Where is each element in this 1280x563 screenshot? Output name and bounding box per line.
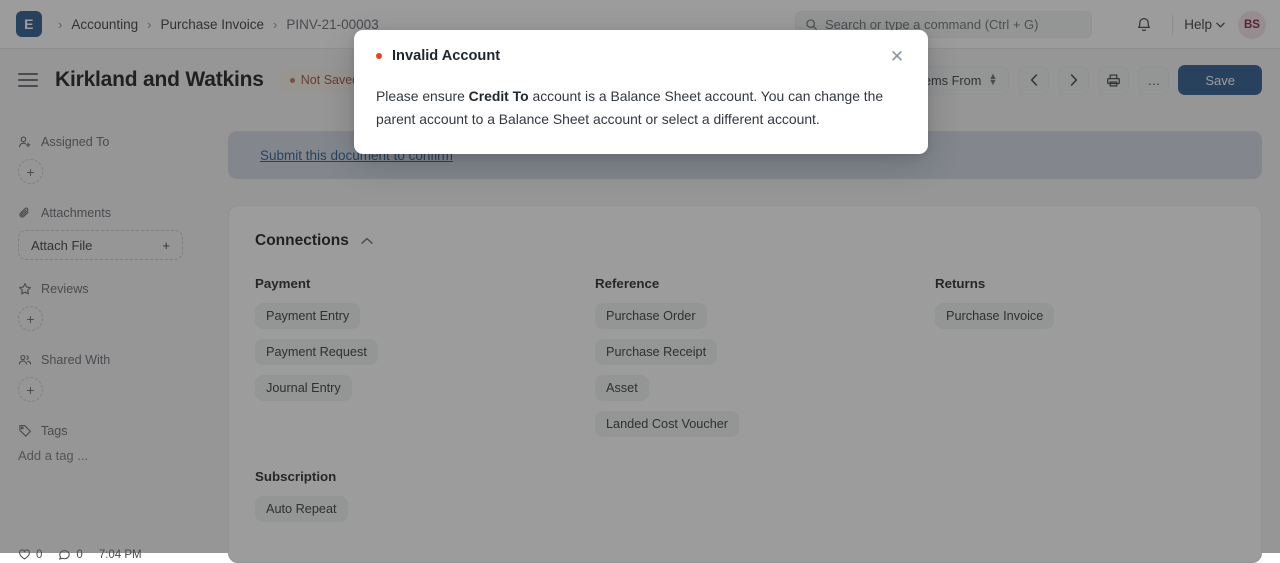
sidebar-section-assigned-to: Assigned To + <box>18 135 194 184</box>
sidebar-label-text: Assigned To <box>41 135 109 149</box>
comment-count-label: 0 <box>76 549 82 561</box>
sidebar: Assigned To + Attachments Attach File + <box>0 111 212 553</box>
navbar-divider <box>1172 15 1173 35</box>
connection-link[interactable]: Landed Cost Voucher <box>595 411 739 437</box>
connections-column-subscription: Subscription Auto Repeat <box>255 469 1235 532</box>
page-body: Assigned To + Attachments Attach File + <box>0 111 1280 553</box>
connection-link[interactable]: Purchase Receipt <box>595 339 717 365</box>
dialog-header: Invalid Account ✕ <box>376 48 906 65</box>
connections-column-reference: Reference Purchase Order Purchase Receip… <box>595 276 935 447</box>
breadcrumb-item-accounting[interactable]: Accounting <box>71 17 138 32</box>
sidebar-section-tags: Tags Add a tag ... <box>18 424 194 463</box>
add-assignment-button[interactable]: + <box>18 159 43 184</box>
connection-link[interactable]: Auto Repeat <box>255 496 348 522</box>
more-actions-button[interactable]: … <box>1138 66 1169 95</box>
navbar-right: Help BS <box>1127 0 1266 49</box>
error-dot-icon <box>376 53 382 59</box>
last-edited-label: 7:04 PM <box>99 549 142 561</box>
invalid-account-dialog: Invalid Account ✕ Please ensure Credit T… <box>354 30 928 154</box>
page-header-actions: Get Items From ▲▼ <box>881 65 1262 95</box>
attach-file-label: Attach File <box>31 238 92 253</box>
avatar[interactable]: BS <box>1238 11 1266 39</box>
connections-card: Connections Payment Payment Entry Paymen… <box>228 205 1262 563</box>
connections-column-payment: Payment Payment Entry Payment Request Jo… <box>255 276 595 447</box>
paperclip-icon <box>18 206 32 220</box>
dialog-message: Please ensure Credit To account is a Bal… <box>376 85 901 130</box>
save-button[interactable]: Save <box>1178 65 1262 95</box>
sidebar-label-assigned-to: Assigned To <box>18 135 194 149</box>
breadcrumb-separator: › <box>147 18 151 31</box>
next-document-button[interactable] <box>1058 66 1089 95</box>
sidebar-label-text: Tags <box>41 424 68 438</box>
breadcrumb: › Accounting › Purchase Invoice › PINV-2… <box>58 17 379 32</box>
chevron-right-icon <box>1070 74 1078 86</box>
column-title: Payment <box>255 276 595 291</box>
add-share-button[interactable]: + <box>18 377 43 402</box>
connection-link[interactable]: Asset <box>595 375 649 401</box>
print-button[interactable] <box>1098 66 1129 95</box>
bell-icon <box>1136 16 1152 33</box>
assign-user-icon <box>18 135 32 149</box>
sidebar-section-shared-with: Shared With + <box>18 353 194 402</box>
breadcrumb-separator: › <box>58 18 62 31</box>
main-content: Submit this document to confirm Connecti… <box>212 111 1280 553</box>
sidebar-label-shared-with: Shared With <box>18 353 194 367</box>
ellipsis-icon: … <box>1147 73 1160 88</box>
sidebar-label-tags: Tags <box>18 424 194 438</box>
connections-title[interactable]: Connections <box>255 232 1235 250</box>
like-count[interactable]: 0 <box>18 548 42 561</box>
stepper-icon: ▲▼ <box>988 74 997 85</box>
star-icon <box>18 282 32 296</box>
dialog-title-label: Invalid Account <box>392 48 500 64</box>
plus-icon: + <box>162 238 170 253</box>
comment-count[interactable]: 0 <box>58 548 82 561</box>
app-logo[interactable]: E <box>16 11 42 37</box>
page-title: Kirkland and Watkins <box>55 68 264 92</box>
sidebar-label-text: Shared With <box>41 353 110 367</box>
sidebar-section-attachments: Attachments Attach File + <box>18 206 194 260</box>
like-count-label: 0 <box>36 549 42 561</box>
chevron-up-icon[interactable] <box>361 237 373 245</box>
connection-link[interactable]: Journal Entry <box>255 375 352 401</box>
help-label: Help <box>1184 17 1212 32</box>
heart-icon <box>18 548 31 561</box>
add-review-button[interactable]: + <box>18 306 43 331</box>
breadcrumb-separator: › <box>273 18 277 31</box>
sidebar-label-attachments: Attachments <box>18 206 194 220</box>
status-badge-label: Not Saved <box>301 73 359 87</box>
sidebar-label-text: Reviews <box>41 282 89 296</box>
dialog-message-prefix: Please ensure <box>376 88 469 104</box>
connection-link[interactable]: Purchase Invoice <box>935 303 1054 329</box>
dialog-message-emphasis: Credit To <box>469 88 529 104</box>
people-icon <box>18 353 32 367</box>
sidebar-label-reviews: Reviews <box>18 282 194 296</box>
status-dot-icon <box>290 78 295 83</box>
comment-icon <box>58 548 71 561</box>
connection-link[interactable]: Payment Request <box>255 339 378 365</box>
tag-icon <box>18 424 32 438</box>
breadcrumb-item-purchase-invoice[interactable]: Purchase Invoice <box>160 17 264 32</box>
dialog-title: Invalid Account <box>376 48 500 64</box>
chevron-left-icon <box>1030 74 1038 86</box>
connection-link[interactable]: Purchase Order <box>595 303 707 329</box>
hamburger-icon[interactable] <box>18 73 38 86</box>
connection-link[interactable]: Payment Entry <box>255 303 360 329</box>
printer-icon <box>1106 73 1121 88</box>
column-title: Subscription <box>255 469 1235 484</box>
add-tag-input[interactable]: Add a tag ... <box>18 448 194 463</box>
sidebar-footer: 0 0 7:04 PM <box>18 548 194 561</box>
close-icon[interactable]: ✕ <box>888 47 906 65</box>
sidebar-label-text: Attachments <box>41 206 111 220</box>
chevron-down-icon <box>1216 22 1225 28</box>
connections-grid: Payment Payment Entry Payment Request Jo… <box>255 276 1235 447</box>
sidebar-section-reviews: Reviews + <box>18 282 194 331</box>
help-menu[interactable]: Help <box>1184 17 1225 32</box>
attach-file-button[interactable]: Attach File + <box>18 230 183 260</box>
connections-title-label: Connections <box>255 232 349 250</box>
notifications-button[interactable] <box>1127 8 1161 42</box>
previous-document-button[interactable] <box>1018 66 1049 95</box>
column-title: Returns <box>935 276 1235 291</box>
connections-column-returns: Returns Purchase Invoice <box>935 276 1235 447</box>
column-title: Reference <box>595 276 935 291</box>
